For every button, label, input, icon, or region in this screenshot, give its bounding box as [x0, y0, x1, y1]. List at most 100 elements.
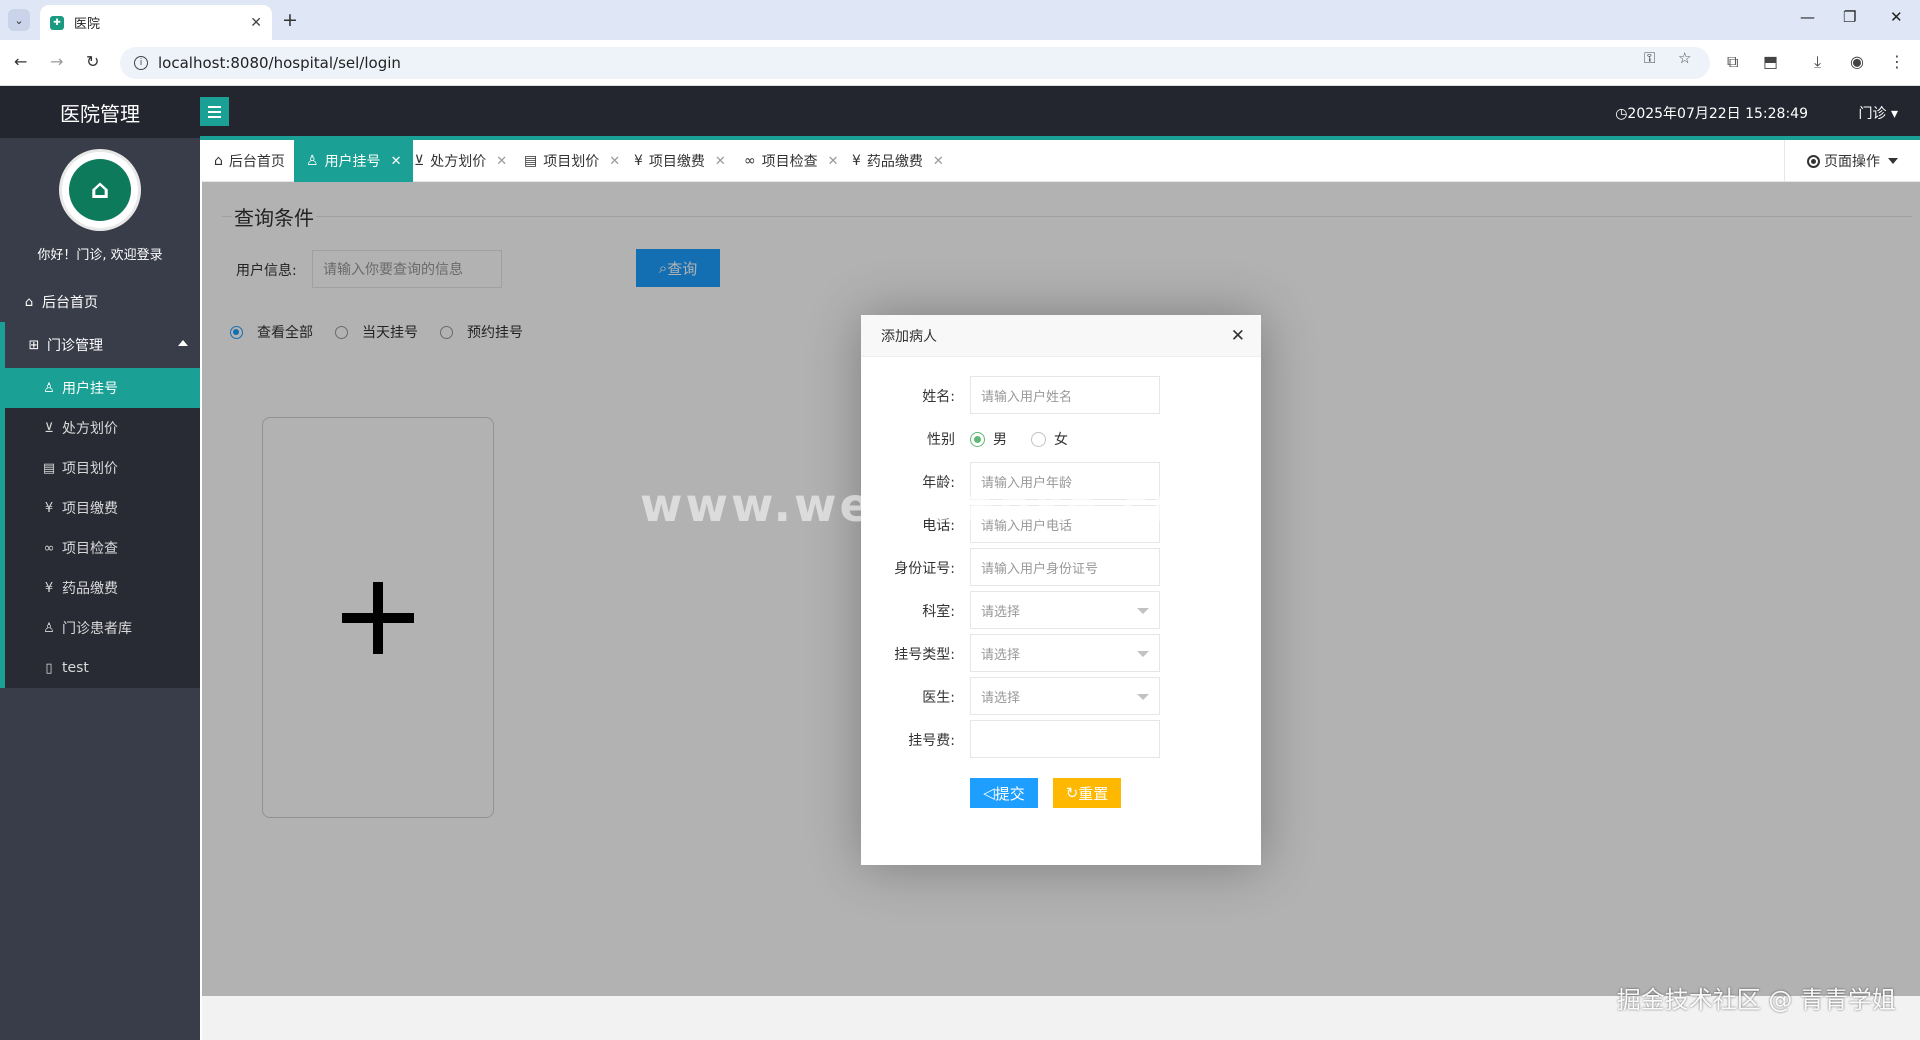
download-icon[interactable]: ⤓	[1814, 52, 1821, 72]
sidebar-item-5[interactable]: ¥ 药品缴费	[5, 568, 200, 608]
sidebar-item-label: 项目划价	[62, 461, 118, 477]
department-select[interactable]: 请选择	[970, 591, 1160, 629]
sidebar-item-1[interactable]: ⊻ 处方划价	[5, 408, 200, 448]
caret-down-icon: ▾	[1890, 106, 1898, 122]
sidebar-item-label: 处方划价	[62, 421, 118, 437]
submit-label: 提交	[994, 784, 1025, 803]
tab-2[interactable]: ⊻ 处方划价 ✕	[402, 140, 519, 182]
chevron-down-icon	[1137, 608, 1149, 614]
user-menu-label: 门诊	[1858, 106, 1887, 122]
key-icon[interactable]: ⚿	[1644, 49, 1655, 67]
idcard-field[interactable]: 请输入用户身份证号	[970, 548, 1160, 586]
reset-label: 重置	[1078, 784, 1109, 803]
welcome-text: 你好！门诊, 欢迎登录	[37, 248, 163, 263]
header-datetime: 2025年07月22日 15:28:49	[1627, 106, 1808, 122]
page-operations-label: 页面操作	[1824, 154, 1880, 170]
close-icon[interactable]: ✕	[250, 15, 262, 31]
sidebar-item-0[interactable]: ♙ 用户挂号	[5, 368, 200, 408]
sidebar-item-home[interactable]: ⌂ 后台首页	[0, 282, 200, 322]
caret-up-icon	[178, 340, 188, 346]
address-bar[interactable]: i localhost:8080/hospital/sel/login	[120, 47, 1710, 79]
tab-1[interactable]: ♙ 用户挂号 ✕	[294, 140, 414, 182]
yen-icon: ¥	[44, 580, 54, 596]
close-icon[interactable]: ✕	[391, 154, 402, 169]
select-value: 请选择	[981, 647, 1021, 663]
sidebar-item-2[interactable]: ▤ 项目划价	[5, 448, 200, 488]
tab-5[interactable]: ∞ 项目检查 ✕	[732, 140, 851, 182]
form-row-fee: 挂号费:	[861, 720, 1261, 758]
forward-button[interactable]: →	[50, 52, 63, 71]
more-icon[interactable]: ⋮	[1889, 52, 1905, 71]
new-tab-button[interactable]: +	[282, 9, 298, 31]
refresh-icon: ↻	[1065, 784, 1079, 802]
gender-female-radio[interactable]: 女	[1031, 429, 1068, 449]
minimize-button[interactable]: —	[1800, 8, 1815, 26]
tab-label: 用户挂号	[324, 154, 381, 170]
tab-label: 药品缴费	[866, 154, 923, 170]
sidebar-item-4[interactable]: ∞ 项目检查	[5, 528, 200, 568]
page-tabbar: ⌂ 后台首页 ♙ 用户挂号 ✕ ⊻ 处方划价 ✕ ▤ 项目划价 ✕ ¥ 项目缴费 ✕ ∞ 项目检查 ✕ ¥ 药品缴费…	[202, 140, 1920, 182]
tab-0[interactable]: ⌂ 后台首页	[202, 140, 297, 182]
menu-toggle-button[interactable]	[200, 97, 229, 126]
app-header: 医院管理 ◷2025年07月22日 15:28:49 门诊 ▾	[0, 86, 1920, 138]
star-icon[interactable]: ☆	[1678, 49, 1691, 67]
file-icon: ▤	[524, 153, 538, 169]
form-row-regtype: 挂号类型: 请选择	[861, 634, 1261, 672]
regtype-select[interactable]: 请选择	[970, 634, 1160, 672]
user-icon: ♙	[43, 620, 55, 636]
browser-tab-title: 医院	[74, 17, 101, 32]
department-label: 科室:	[922, 604, 955, 620]
hospital-logo-icon: ⌂	[69, 159, 131, 221]
close-icon[interactable]: ✕	[496, 154, 507, 169]
extensions-icon[interactable]: ⬒	[1763, 52, 1778, 71]
file-icon: ▤	[42, 460, 56, 476]
form-row-name: 姓名: 请输入用户姓名	[861, 376, 1261, 414]
doctor-select[interactable]: 请选择	[970, 677, 1160, 715]
sidebar-item-7[interactable]: ▯ test	[5, 648, 200, 688]
sidebar-item-6[interactable]: ♙ 门诊患者库	[5, 608, 200, 648]
form-row-idcard: 身份证号: 请输入用户身份证号	[861, 548, 1261, 586]
submit-button[interactable]: ◁ 提交	[970, 778, 1038, 808]
site-info-icon[interactable]: i	[134, 56, 148, 70]
reset-button[interactable]: ↻ 重置	[1053, 778, 1121, 808]
radio-unchecked-icon	[1031, 431, 1046, 447]
target-icon	[1807, 154, 1820, 168]
browser-tab[interactable]: ✚ 医院 ✕	[40, 5, 272, 40]
cart-icon: ⊻	[414, 153, 425, 169]
gender-option-label: 男	[993, 432, 1007, 448]
tab-4[interactable]: ¥ 项目缴费 ✕	[622, 140, 738, 182]
user-menu[interactable]: 门诊 ▾	[1859, 103, 1898, 123]
crop-icon[interactable]: ⧉	[1727, 52, 1738, 72]
restore-button[interactable]: ❐	[1843, 8, 1856, 26]
tab-3[interactable]: ▤ 项目划价 ✕	[512, 140, 632, 182]
close-icon[interactable]: ✕	[828, 154, 839, 169]
close-icon[interactable]: ✕	[715, 154, 726, 169]
tab-6[interactable]: ¥ 药品缴费 ✕	[840, 140, 956, 182]
profile-icon[interactable]: ◉	[1850, 52, 1864, 71]
gender-label: 性别	[927, 432, 955, 448]
form-row-doctor: 医生: 请选择	[861, 677, 1261, 715]
fee-field[interactable]	[970, 720, 1160, 758]
tab-label: 项目缴费	[648, 154, 705, 170]
clock-icon: ◷	[1615, 106, 1628, 122]
sidebar-item-3[interactable]: ¥ 项目缴费	[5, 488, 200, 528]
page-operations-menu[interactable]: 页面操作	[1784, 140, 1920, 182]
sidebar-item-label: 项目检查	[62, 541, 118, 557]
radio-checked-icon	[970, 431, 985, 447]
caret-down-icon	[1888, 158, 1898, 164]
close-icon[interactable]: ✕	[1231, 326, 1245, 346]
favicon-icon: ✚	[50, 15, 64, 30]
browser-toolbar: ← → ↻ i localhost:8080/hospital/sel/logi…	[0, 40, 1920, 86]
cart-icon: ⊻	[44, 420, 54, 436]
sidebar-item-label: test	[62, 660, 89, 676]
sidebar-group-outpatient[interactable]: ⊞ 门诊管理	[0, 322, 200, 368]
close-icon[interactable]: ✕	[933, 154, 944, 169]
back-button[interactable]: ←	[14, 52, 27, 71]
gender-male-radio[interactable]: 男	[970, 429, 1007, 449]
window-close-button[interactable]: ✕	[1890, 8, 1903, 26]
reload-button[interactable]: ↻	[86, 52, 99, 71]
close-icon[interactable]: ✕	[609, 154, 620, 169]
sidebar-submenu: ♙ 用户挂号 ⊻ 处方划价 ▤ 项目划价 ¥ 项目缴费 ∞ 项目检查 ¥ 药品缴费 ♙ 门诊患者库 ▯ tes…	[0, 368, 200, 688]
name-field[interactable]: 请输入用户姓名	[970, 376, 1160, 414]
tab-search-button[interactable]: ⌄	[8, 9, 30, 31]
